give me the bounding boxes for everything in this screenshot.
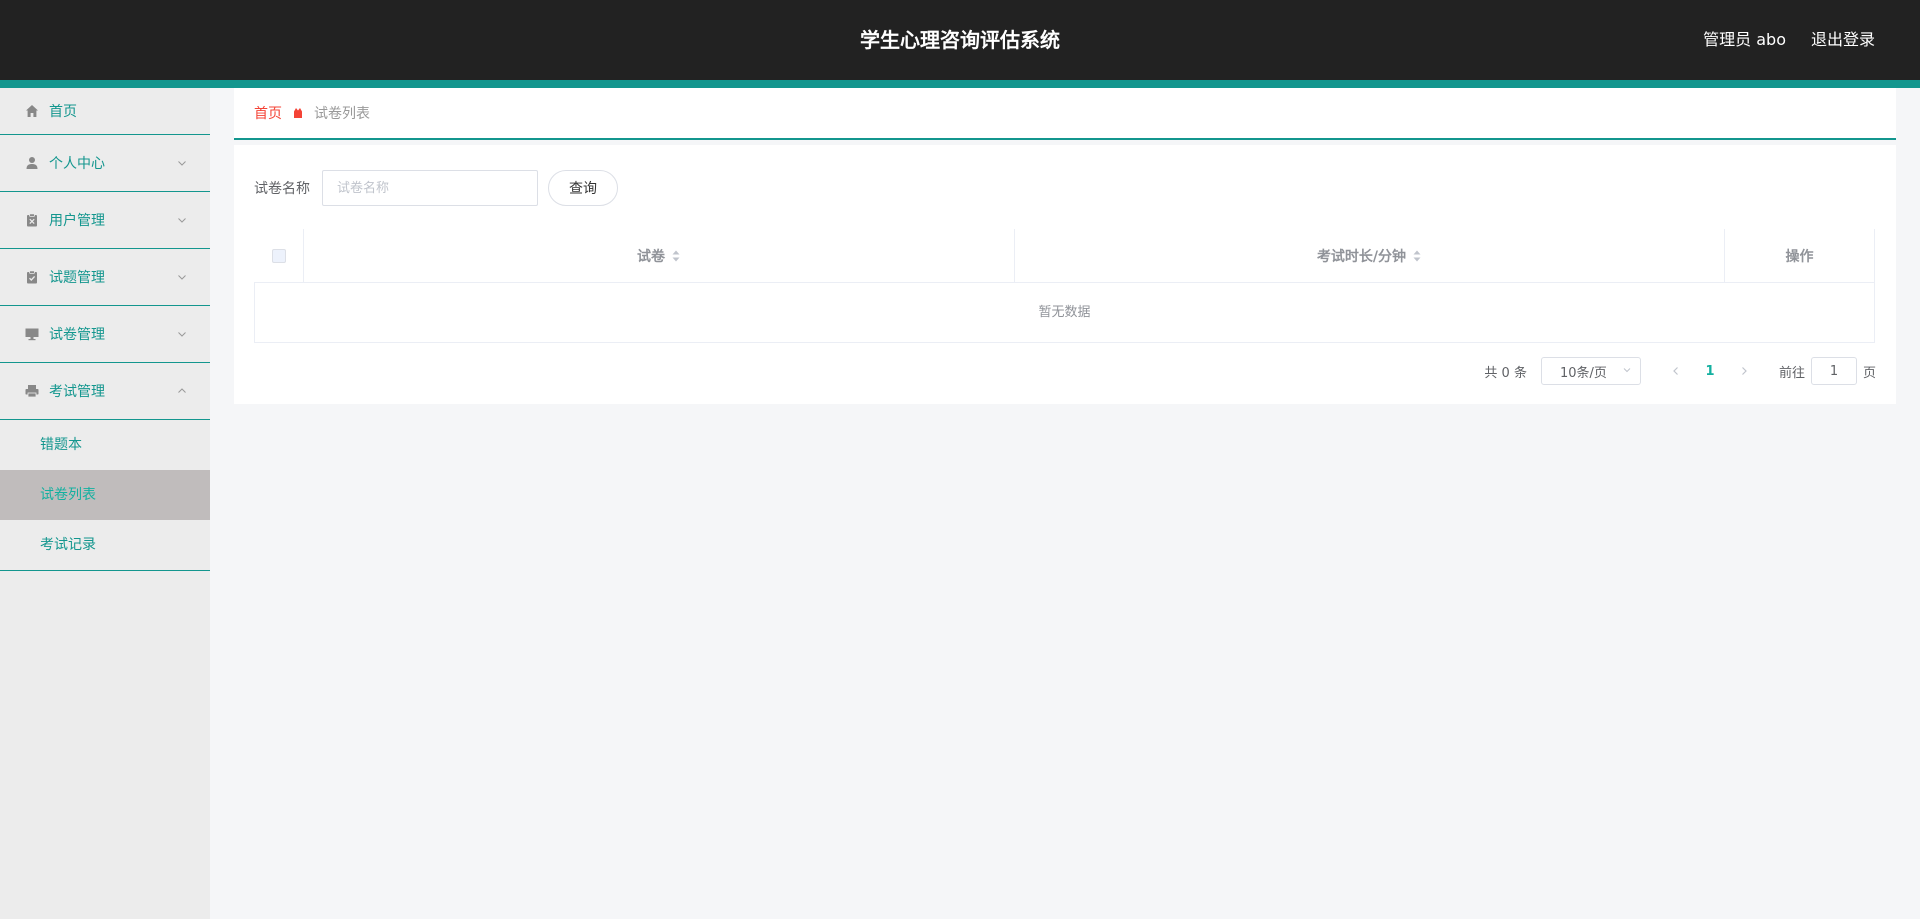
column-header-label: 试卷	[637, 249, 665, 265]
sidebar-item-label: 个人中心	[49, 156, 105, 172]
content-card: 试卷名称 查询 试卷 考试时长/分钟 操作 暂	[234, 145, 1896, 404]
top-bar: 学生心理咨询评估系统 管理员 abo 退出登录	[0, 0, 1920, 88]
breadcrumb: 首页 试卷列表	[234, 88, 1896, 140]
clipboard-check-icon	[24, 269, 40, 285]
search-label: 试卷名称	[254, 181, 310, 197]
chevron-down-icon	[176, 271, 188, 283]
sidebar-item-personal-center[interactable]: 个人中心	[0, 135, 210, 192]
pagination-total: 共 0 条	[1484, 365, 1527, 381]
breadcrumb-home-link[interactable]: 首页	[254, 103, 282, 123]
sidebar-item-user-management[interactable]: 用户管理	[0, 192, 210, 249]
sidebar-subitem-exam-records[interactable]: 考试记录	[0, 520, 210, 570]
chevron-left-icon	[1673, 367, 1678, 375]
goto-page-input[interactable]	[1810, 357, 1857, 385]
search-button[interactable]: 查询	[548, 170, 618, 206]
sidebar-item-question-management[interactable]: 试题管理	[0, 249, 210, 306]
breadcrumb-current: 试卷列表	[314, 106, 370, 122]
page-size-select[interactable]: 10条/页	[1540, 357, 1641, 385]
sidebar: 首页 个人中心 用户管理 试题管理 试卷管理 考试管理 错题本 试卷列表 考试记…	[0, 88, 210, 919]
sidebar-subitem-wrong-questions[interactable]: 错题本	[0, 420, 210, 470]
next-page-button[interactable]	[1729, 366, 1759, 376]
paper-name-input[interactable]	[322, 170, 538, 206]
chevron-down-icon	[176, 157, 188, 169]
select-all-checkbox[interactable]	[271, 249, 286, 263]
logout-button[interactable]: 退出登录	[1811, 0, 1875, 80]
exam-management-submenu: 错题本 试卷列表 考试记录	[0, 420, 210, 571]
select-all-cell	[254, 229, 304, 283]
column-header-label: 考试时长/分钟	[1316, 249, 1407, 265]
sidebar-item-paper-management[interactable]: 试卷管理	[0, 306, 210, 363]
home-icon	[24, 103, 40, 119]
column-header-actions: 操作	[1725, 229, 1875, 283]
page-number-current[interactable]: 1	[1691, 364, 1729, 379]
breadcrumb-separator-icon	[292, 107, 304, 119]
sidebar-item-label: 考试管理	[49, 384, 105, 400]
chevron-down-icon	[176, 214, 188, 226]
app-title: 学生心理咨询评估系统	[860, 28, 1060, 52]
top-bar-accent-line	[0, 80, 1920, 88]
chevron-down-icon	[1622, 364, 1632, 379]
user-icon	[24, 155, 40, 171]
sidebar-item-label: 用户管理	[49, 213, 105, 229]
monitor-icon	[24, 326, 40, 342]
sidebar-item-label: 首页	[49, 104, 77, 120]
chevron-down-icon	[176, 328, 188, 340]
pagination: 共 0 条 10条/页 1 前往 页	[1484, 357, 1876, 385]
goto-suffix: 页	[1862, 365, 1876, 381]
column-header-duration[interactable]: 考试时长/分钟	[1015, 229, 1725, 283]
column-header-paper[interactable]: 试卷	[304, 229, 1015, 283]
sidebar-item-label: 试题管理	[49, 270, 105, 286]
table-header: 试卷 考试时长/分钟 操作	[254, 229, 1875, 283]
sidebar-item-exam-management[interactable]: 考试管理	[0, 363, 210, 420]
table-empty-text: 暂无数据	[254, 283, 1875, 342]
paper-table: 试卷 考试时长/分钟 操作 暂无数据	[254, 229, 1875, 343]
search-form: 试卷名称 查询	[254, 170, 618, 206]
sort-icon[interactable]	[1412, 249, 1422, 263]
page-size-value: 10条/页	[1559, 365, 1607, 381]
prev-page-button[interactable]	[1661, 366, 1691, 376]
sort-icon[interactable]	[671, 249, 681, 263]
column-header-label: 操作	[1785, 249, 1814, 265]
chevron-up-icon	[176, 385, 188, 397]
sidebar-item-label: 试卷管理	[49, 327, 105, 343]
printer-icon	[24, 383, 40, 399]
current-user: 管理员 abo	[1703, 30, 1786, 49]
sidebar-subitem-paper-list[interactable]: 试卷列表	[0, 470, 210, 520]
sidebar-item-home[interactable]: 首页	[0, 88, 210, 135]
chevron-right-icon	[1742, 367, 1747, 375]
clipboard-icon	[24, 212, 40, 228]
goto-label: 前往	[1778, 365, 1805, 381]
